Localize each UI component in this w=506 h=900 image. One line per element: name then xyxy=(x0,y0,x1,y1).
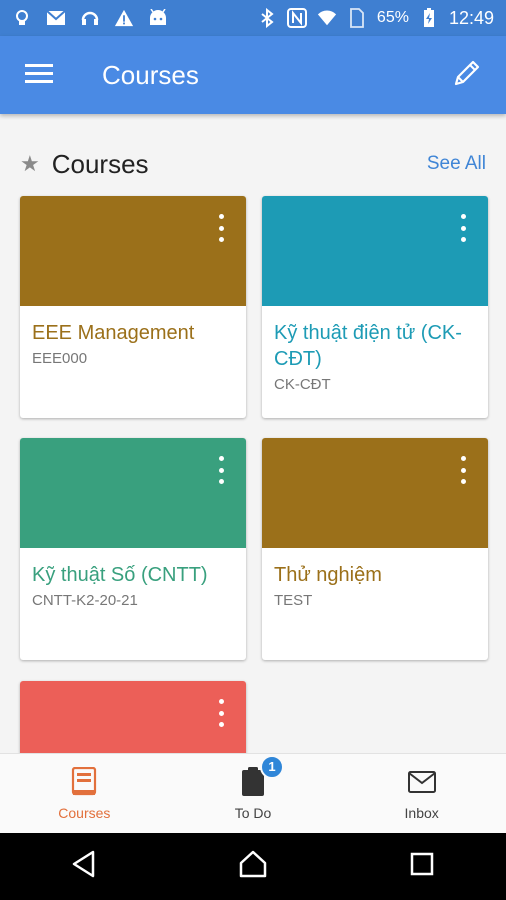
menu-button[interactable] xyxy=(0,36,78,114)
star-icon: ★ xyxy=(20,151,40,176)
battery-percent: 65% xyxy=(376,9,409,26)
book-icon xyxy=(69,766,99,797)
clipboard-icon: 1 xyxy=(238,754,284,797)
pencil-icon xyxy=(452,58,482,93)
course-card-color xyxy=(262,196,488,306)
nav-label-inbox: Inbox xyxy=(404,804,439,821)
nav-item-inbox[interactable]: Inbox xyxy=(337,754,506,833)
status-bar: 65% 12:49 xyxy=(0,0,506,36)
recents-icon xyxy=(410,852,434,881)
course-code: EEE000 xyxy=(32,350,88,367)
back-icon xyxy=(71,850,97,883)
sim-icon xyxy=(347,8,367,28)
battery-icon xyxy=(419,8,439,28)
kebab-menu-icon[interactable] xyxy=(214,214,228,242)
course-card[interactable]: Kỹ thuật Số (CNTT) CNTT-K2-20-21 xyxy=(20,438,246,660)
home-icon xyxy=(238,849,268,884)
back-button[interactable] xyxy=(54,837,114,897)
wifi-icon xyxy=(317,8,337,28)
page-title: Courses xyxy=(102,59,199,90)
kebab-menu-icon[interactable] xyxy=(456,456,470,484)
course-code: CK-CĐT xyxy=(274,376,331,393)
courses-section-header: ★ Courses See All xyxy=(0,140,506,188)
kebab-menu-icon[interactable] xyxy=(214,456,228,484)
nav-item-courses[interactable]: Courses xyxy=(0,754,169,833)
course-title: Thử nghiệm xyxy=(274,564,382,586)
nav-label-todo: To Do xyxy=(234,804,272,821)
todo-badge: 1 xyxy=(260,754,284,779)
brightness-icon xyxy=(12,8,32,28)
section-title: Courses xyxy=(51,148,149,179)
bottom-nav: Courses 1 To Do Inbox xyxy=(0,753,506,833)
course-title: Kỹ thuật Số (CNTT) xyxy=(32,564,208,586)
course-title: Kỹ thuật điện tử (CK-CĐT) xyxy=(274,322,462,370)
nav-label-courses: Courses xyxy=(58,804,111,821)
course-card-color xyxy=(20,196,246,306)
course-code: CNTT-K2-20-21 xyxy=(32,592,138,609)
course-card-color xyxy=(20,438,246,548)
see-all-link[interactable]: See All xyxy=(427,153,486,175)
headset-icon xyxy=(80,8,100,28)
course-title: EEE Management xyxy=(32,322,195,344)
course-code: TEST xyxy=(274,592,313,609)
course-card[interactable]: EEE Management EEE000 xyxy=(20,196,246,418)
hamburger-menu-icon xyxy=(25,62,53,89)
bluetooth-icon xyxy=(257,8,277,28)
kebab-menu-icon[interactable] xyxy=(456,214,470,242)
course-card-color xyxy=(262,438,488,548)
edit-button[interactable] xyxy=(428,36,506,114)
envelope-icon xyxy=(407,767,437,797)
kebab-menu-icon[interactable] xyxy=(214,699,228,727)
clock: 12:49 xyxy=(448,7,494,28)
nfc-icon xyxy=(286,8,307,28)
app-bar: Courses xyxy=(0,36,506,114)
recents-button[interactable] xyxy=(392,837,452,897)
warning-icon xyxy=(114,8,134,28)
nav-item-todo[interactable]: 1 To Do xyxy=(169,754,338,833)
course-card[interactable]: Kỹ thuật điện tử (CK-CĐT) CK-CĐT xyxy=(262,196,488,418)
android-icon xyxy=(148,8,168,28)
system-nav-bar xyxy=(0,833,506,900)
course-card[interactable]: Thử nghiệm TEST xyxy=(262,438,488,660)
gmail-icon xyxy=(46,8,66,28)
home-button[interactable] xyxy=(223,837,283,897)
